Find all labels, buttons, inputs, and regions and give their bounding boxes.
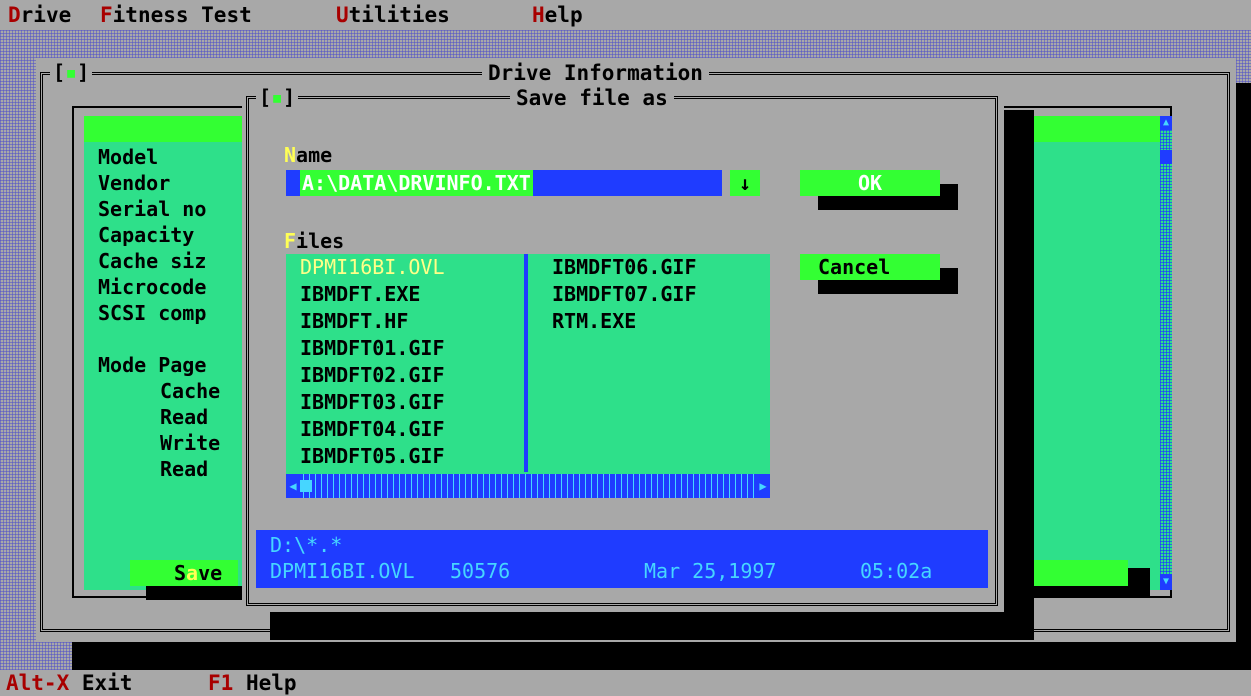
file-item[interactable]: IBMDFT01.GIF	[300, 335, 445, 361]
scroll-thumb[interactable]	[1160, 150, 1172, 164]
file-item[interactable]: IBMDFT06.GIF	[552, 254, 697, 280]
mode-pages-label: Mode Page	[98, 353, 207, 377]
save-dialog-close-box[interactable]: [▪]	[256, 86, 299, 108]
file-item[interactable]: RTM.EXE	[552, 308, 636, 334]
cancel-button[interactable]: Cancel	[800, 254, 940, 280]
save-dialog-title: Save file as	[510, 86, 674, 110]
field-microcode: Microcode	[98, 275, 207, 299]
scroll-right-arrow-icon[interactable]: ▶	[756, 474, 770, 498]
name-input[interactable]: A:\DATA\DRVINFO.TXT	[286, 170, 722, 196]
save-button[interactable]: Save	[130, 560, 238, 586]
file-info-panel: D:\*.* DPMI16BI.OVL 50576 Mar 25,1997 05…	[256, 530, 988, 588]
file-item[interactable]: IBMDFT.HF	[300, 308, 408, 334]
current-path: D:\*.*	[270, 533, 343, 557]
drive-info-vscroll[interactable]: ▲ ▼	[1160, 116, 1172, 590]
hscroll-thumb[interactable]	[300, 480, 312, 492]
files-hscroll[interactable]: ◀ ▶	[286, 474, 770, 498]
files-label: Files	[284, 229, 345, 253]
file-info-date: Mar 25,1997	[644, 559, 777, 583]
file-info-time: 05:02a	[860, 559, 933, 583]
mode-page-cache: Cache	[160, 379, 221, 403]
file-info-name: DPMI16BI.OVL	[270, 559, 415, 583]
save-button-shadow	[146, 586, 246, 600]
history-dropdown-arrow-icon[interactable]: ↓	[730, 170, 760, 196]
field-scsi-compliance: SCSI comp	[98, 301, 207, 325]
drive-info-header-bar	[84, 116, 244, 142]
file-item[interactable]: IBMDFT03.GIF	[300, 389, 445, 415]
menu-bar: Drive Fitness Test Utilities Help	[0, 0, 1251, 30]
status-exit[interactable]: Alt-X Exit	[6, 670, 132, 696]
scroll-down-arrow-icon[interactable]: ▼	[1160, 574, 1172, 590]
file-info-size: 50576	[450, 559, 511, 583]
save-file-dialog: [▪] Save file as Name A:\DATA\DRVINFO.TX…	[242, 84, 1004, 612]
mode-page-read-2: Read	[160, 457, 209, 481]
menu-help[interactable]: Help	[532, 2, 583, 28]
status-bar: Alt-X Exit F1 Help	[0, 670, 1251, 695]
field-capacity: Capacity	[98, 223, 195, 247]
file-item[interactable]: IBMDFT07.GIF	[552, 281, 697, 307]
mode-page-write: Write	[160, 431, 221, 455]
menu-fitness-test[interactable]: Fitness Test	[100, 2, 252, 28]
scroll-up-arrow-icon[interactable]: ▲	[1160, 116, 1172, 130]
file-item-selected[interactable]: DPMI16BI.OVL	[300, 254, 445, 280]
drive-info-title: Drive Information	[482, 61, 709, 85]
name-input-value: A:\DATA\DRVINFO.TXT	[300, 170, 533, 196]
status-help[interactable]: F1 Help	[208, 670, 297, 696]
file-item[interactable]: IBMDFT05.GIF	[300, 443, 445, 469]
name-label: Name	[284, 143, 333, 167]
file-item[interactable]: IBMDFT02.GIF	[300, 362, 445, 388]
drive-info-header-bar-right	[1032, 116, 1160, 142]
field-model: Model	[98, 145, 159, 169]
field-serial: Serial no	[98, 197, 207, 221]
scroll-left-arrow-icon[interactable]: ◀	[286, 474, 300, 498]
field-vendor: Vendor	[98, 171, 171, 195]
file-item[interactable]: IBMDFT04.GIF	[300, 416, 445, 442]
menu-utilities[interactable]: Utilities	[336, 2, 450, 28]
file-item[interactable]: IBMDFT.EXE	[300, 281, 420, 307]
files-column-divider	[524, 254, 528, 472]
drive-info-close-box[interactable]: [▪]	[50, 61, 93, 83]
field-cache-size: Cache siz	[98, 249, 207, 273]
ok-button[interactable]: OK	[800, 170, 940, 196]
menu-drive[interactable]: Drive	[8, 2, 71, 28]
mode-page-read: Read	[160, 405, 209, 429]
drive-info-field-labels: Model Vendor Serial no Capacity Cache si…	[98, 144, 220, 482]
files-list[interactable]: DPMI16BI.OVL IBMDFT.EXE IBMDFT.HF IBMDFT…	[286, 254, 770, 498]
